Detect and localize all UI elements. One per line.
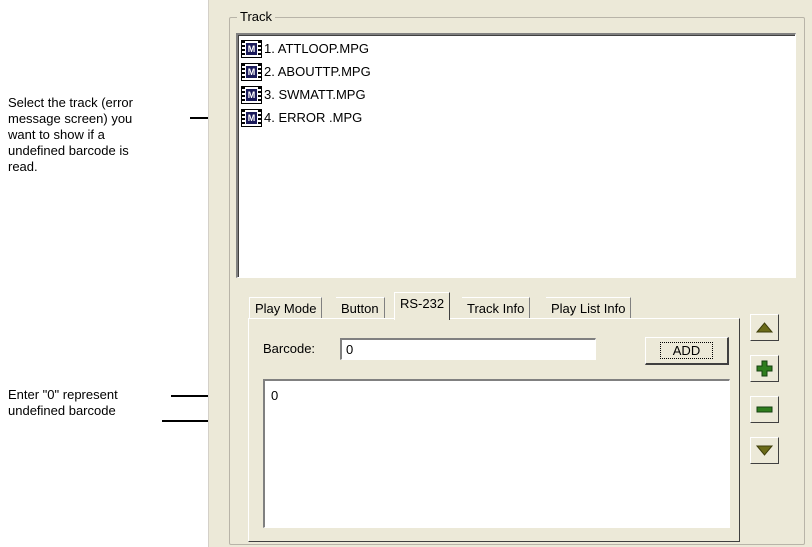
group-title: Track xyxy=(237,9,276,24)
move-down-button[interactable] xyxy=(750,437,779,464)
add-button[interactable]: ADD xyxy=(645,337,729,365)
tab-play-mode[interactable]: Play Mode xyxy=(249,297,323,319)
mpg-film-icon: M xyxy=(241,85,262,104)
barcode-label: Barcode: xyxy=(263,341,316,356)
move-up-button[interactable] xyxy=(750,314,779,341)
track-item[interactable]: M 1. ATTLOOP.MPG xyxy=(241,38,369,59)
barcode-annotation: Enter "0" represent undefined barcode xyxy=(8,387,118,419)
track-annotation: Select the track (error message screen) … xyxy=(8,95,133,175)
plus-icon xyxy=(756,360,773,377)
add-button-label: ADD xyxy=(659,342,714,359)
tab-rs-232[interactable]: RS-232 xyxy=(394,292,451,320)
track-item[interactable]: M 2. ABOUTTP.MPG xyxy=(241,61,371,82)
track-list[interactable]: M 1. ATTLOOP.MPG M 2. ABOUTTP.MPG M 3. S… xyxy=(236,33,796,278)
annotation-line: read. xyxy=(8,159,38,174)
add-item-button[interactable] xyxy=(750,355,779,382)
minus-icon xyxy=(756,406,773,413)
mpg-film-icon: M xyxy=(241,108,262,127)
barcode-list[interactable]: 0 xyxy=(263,379,730,528)
tab-track-info[interactable]: Track Info xyxy=(462,297,531,319)
annotation-line: Select the track (error xyxy=(8,95,133,110)
annotation-line: Enter "0" represent xyxy=(8,387,118,402)
annotation-line: want to show if a xyxy=(8,127,105,142)
track-label: 2. ABOUTTP.MPG xyxy=(264,64,371,79)
settings-panel: Track M 1. ATTLOOP.MPG M 2. ABOUTTP.MPG … xyxy=(208,0,812,547)
track-label: 4. ERROR .MPG xyxy=(264,110,363,125)
annotation-line: undefined barcode is xyxy=(8,143,129,158)
annotation-line: undefined barcode xyxy=(8,403,116,418)
annotation-line: message screen) you xyxy=(8,111,133,126)
track-label: 3. SWMATT.MPG xyxy=(264,87,366,102)
tab-button[interactable]: Button xyxy=(336,297,385,319)
barcode-input[interactable]: 0 xyxy=(340,338,596,360)
track-item[interactable]: M 4. ERROR .MPG xyxy=(241,107,362,128)
arrow-down-icon xyxy=(755,445,774,456)
mpg-film-icon: M xyxy=(241,62,262,81)
tab-play-list-info[interactable]: Play List Info xyxy=(546,297,632,319)
track-item[interactable]: M 3. SWMATT.MPG xyxy=(241,84,366,105)
arrow-up-icon xyxy=(755,322,774,333)
mpg-film-icon: M xyxy=(241,39,262,58)
track-label: 1. ATTLOOP.MPG xyxy=(264,41,369,56)
remove-item-button[interactable] xyxy=(750,396,779,423)
list-item[interactable]: 0 xyxy=(271,388,278,403)
